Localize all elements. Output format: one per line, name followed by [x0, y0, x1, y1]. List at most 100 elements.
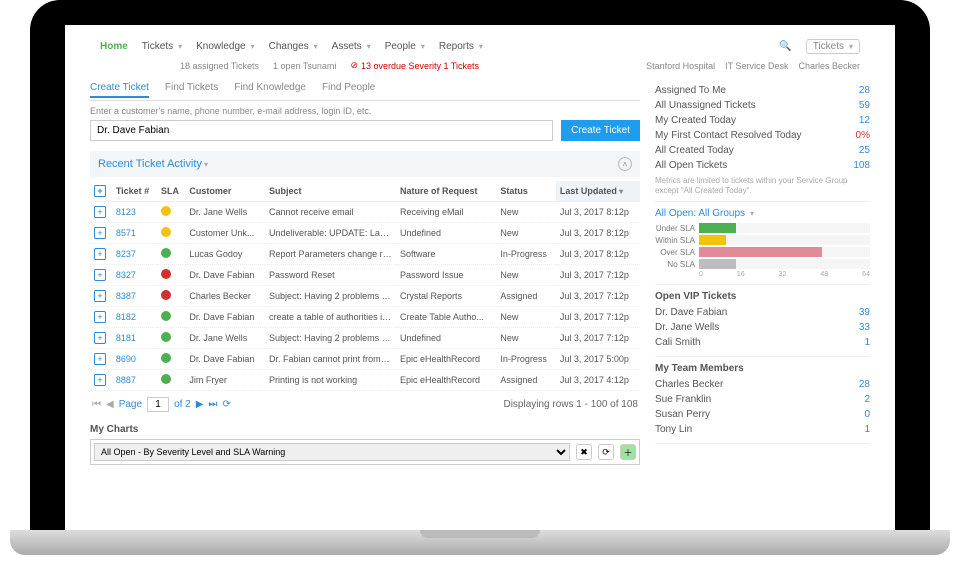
ticket-id[interactable]: 8123: [116, 207, 136, 217]
ticket-id[interactable]: 8887: [116, 375, 136, 385]
metric-row[interactable]: All Open Tickets108: [655, 158, 870, 173]
search-scope-select[interactable]: Tickets: [806, 39, 860, 54]
list-item[interactable]: Dr. Dave Fabian39: [655, 305, 870, 320]
search-icon[interactable]: 🔍: [779, 41, 791, 52]
expand-icon[interactable]: +: [94, 332, 106, 344]
tab-find-tickets[interactable]: Find Tickets: [165, 79, 218, 98]
col-last-updated[interactable]: Last Updated: [556, 181, 640, 202]
sla-bar[interactable]: [699, 223, 736, 233]
table-row[interactable]: +8690Dr. Dave FabianDr. Fabian cannot pr…: [90, 349, 640, 370]
table-row[interactable]: +8887Jim FryerPrinting is not workingEpi…: [90, 370, 640, 391]
metric-row[interactable]: My First Contact Resolved Today0%: [655, 128, 870, 143]
prev-page-icon[interactable]: ◀: [106, 399, 114, 410]
sla-bar[interactable]: [699, 247, 822, 257]
col-status[interactable]: Status: [496, 181, 556, 202]
expand-icon[interactable]: +: [94, 227, 106, 239]
item-value: 1: [864, 337, 870, 348]
ticket-id[interactable]: 8690: [116, 354, 136, 364]
sla-category-label: No SLA: [655, 260, 695, 269]
open-tsunami[interactable]: 1 open Tsunami: [273, 61, 336, 71]
table-row[interactable]: +8327Dr. Dave FabianPassword ResetPasswo…: [90, 265, 640, 286]
sla-dot-icon: [161, 332, 171, 342]
list-item[interactable]: Susan Perry0: [655, 407, 870, 422]
nav-people[interactable]: People: [385, 41, 425, 52]
last-page-icon[interactable]: ⏭: [208, 399, 217, 410]
col-sla[interactable]: SLA: [157, 181, 185, 202]
expand-icon[interactable]: +: [94, 353, 106, 365]
expand-all-icon[interactable]: +: [94, 185, 106, 197]
nav-home[interactable]: Home: [100, 41, 128, 52]
sla-bar[interactable]: [699, 259, 736, 269]
expand-icon[interactable]: +: [94, 374, 106, 386]
ticket-id[interactable]: 8387: [116, 291, 136, 301]
table-row[interactable]: +8237Lucas GodoyReport Parameters change…: [90, 244, 640, 265]
metric-value: 59: [859, 100, 870, 111]
chart-refresh-icon[interactable]: ⟳: [598, 444, 614, 460]
customer-search-input[interactable]: [90, 120, 553, 141]
overdue-warning[interactable]: ⊘ 13 overdue Severity 1 Tickets: [350, 60, 479, 71]
nav-assets[interactable]: Assets: [332, 41, 371, 52]
item-value: 2: [864, 394, 870, 405]
col-subject[interactable]: Subject: [265, 181, 396, 202]
ticket-id[interactable]: 8327: [116, 270, 136, 280]
sla-bar[interactable]: [699, 235, 726, 245]
cell: Dr. Dave Fabian: [185, 265, 265, 286]
metric-row[interactable]: My Created Today12: [655, 113, 870, 128]
expand-icon[interactable]: +: [94, 206, 106, 218]
col-expand[interactable]: +: [90, 181, 112, 202]
chart-select[interactable]: All Open - By Severity Level and SLA War…: [94, 443, 570, 461]
table-row[interactable]: +8182Dr. Dave Fabiancreate a table of au…: [90, 307, 640, 328]
table-row[interactable]: +8387Charles BeckerSubject: Having 2 pro…: [90, 286, 640, 307]
ticket-id[interactable]: 8182: [116, 312, 136, 322]
context-group[interactable]: IT Service Desk: [725, 61, 788, 71]
first-page-icon[interactable]: ⏮: [92, 399, 101, 410]
nav-tickets[interactable]: Tickets: [142, 41, 182, 52]
top-nav: Home Tickets Knowledge Changes Assets People R…: [80, 35, 880, 58]
cell: Subject: Having 2 problems with my PC Hi…: [265, 328, 396, 349]
ticket-id[interactable]: 8237: [116, 249, 136, 259]
page-input[interactable]: [147, 397, 169, 412]
expand-icon[interactable]: +: [94, 269, 106, 281]
metric-row[interactable]: All Created Today25: [655, 143, 870, 158]
nav-reports[interactable]: Reports: [439, 41, 483, 52]
expand-icon[interactable]: +: [94, 311, 106, 323]
assigned-count[interactable]: 18 assigned Tickets: [180, 61, 259, 71]
metric-value: 0%: [856, 130, 870, 141]
metric-row[interactable]: Assigned To Me28: [655, 83, 870, 98]
recent-activity-header[interactable]: Recent Ticket Activity ˄: [90, 151, 640, 177]
col-nature-of-request[interactable]: Nature of Request: [396, 181, 496, 202]
nav-knowledge[interactable]: Knowledge: [196, 41, 255, 52]
list-item[interactable]: Dr. Jane Wells33: [655, 320, 870, 335]
cell: Dr. Fabian cannot print from Epic.: [265, 349, 396, 370]
collapse-icon[interactable]: ˄: [618, 157, 632, 171]
chevron-down-icon: [365, 41, 371, 52]
context-user[interactable]: Charles Becker: [798, 61, 860, 71]
list-item[interactable]: Sue Franklin2: [655, 392, 870, 407]
cell: Jul 3, 2017 7:12p: [556, 265, 640, 286]
list-item[interactable]: Tony Lin1: [655, 422, 870, 437]
list-item[interactable]: Charles Becker28: [655, 377, 870, 392]
nav-changes[interactable]: Changes: [269, 41, 318, 52]
tab-find-people[interactable]: Find People: [322, 79, 375, 98]
next-page-icon[interactable]: ▶: [196, 399, 204, 410]
table-row[interactable]: +8181Dr. Jane WellsSubject: Having 2 pro…: [90, 328, 640, 349]
expand-icon[interactable]: +: [94, 290, 106, 302]
metric-row[interactable]: All Unassigned Tickets59: [655, 98, 870, 113]
expand-icon[interactable]: +: [94, 248, 106, 260]
refresh-icon[interactable]: ⟳: [222, 399, 230, 410]
context-org[interactable]: Stanford Hospital: [646, 61, 715, 71]
sla-title[interactable]: All Open: All Groups: [655, 208, 870, 219]
cell: New: [496, 265, 556, 286]
chart-delete-icon[interactable]: ✖: [576, 444, 592, 460]
col-ticket-[interactable]: Ticket #: [112, 181, 157, 202]
tab-find-knowledge[interactable]: Find Knowledge: [234, 79, 306, 98]
list-item[interactable]: Cali Smith1: [655, 335, 870, 350]
col-customer[interactable]: Customer: [185, 181, 265, 202]
ticket-id[interactable]: 8181: [116, 333, 136, 343]
table-row[interactable]: +8571Customer Unk...Undeliverable: UPDAT…: [90, 223, 640, 244]
tab-create-ticket[interactable]: Create Ticket: [90, 79, 149, 98]
table-row[interactable]: +8123Dr. Jane WellsCannot receive emailR…: [90, 202, 640, 223]
chart-add-icon[interactable]: ＋: [620, 444, 636, 460]
create-ticket-button[interactable]: Create Ticket: [561, 120, 640, 141]
ticket-id[interactable]: 8571: [116, 228, 136, 238]
